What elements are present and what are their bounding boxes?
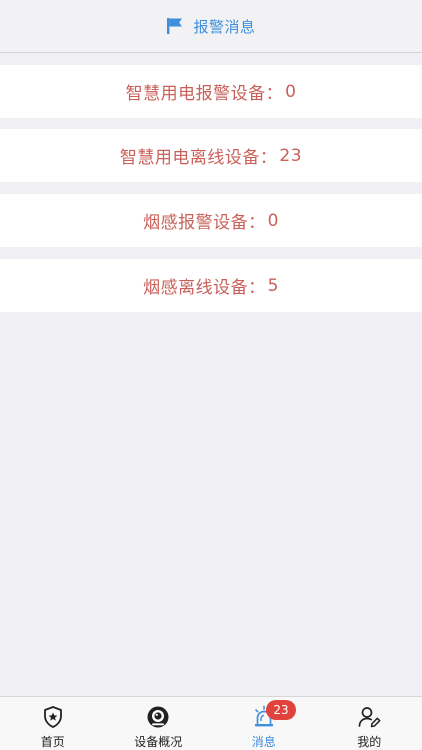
user-edit-icon: [358, 707, 381, 728]
tab-device-overview[interactable]: 设备概况: [106, 697, 212, 750]
page-title: 报警消息: [193, 17, 256, 36]
card-smoke-offline[interactable]: 烟感离线设备： 5: [0, 259, 422, 312]
card-smoke-alarm[interactable]: 烟感报警设备： 0: [0, 194, 422, 247]
tab-mine[interactable]: 我的: [317, 697, 422, 750]
tab-messages[interactable]: 消息 23: [211, 697, 317, 750]
app-header: 报警消息: [0, 0, 422, 53]
tab-messages-label: 消息: [251, 735, 276, 749]
card-label: 烟感报警设备：: [143, 213, 266, 233]
card-label: 烟感离线设备：: [143, 278, 266, 298]
card-smart-power-offline[interactable]: 智慧用电离线设备： 23: [0, 129, 422, 182]
unread-count-badge: 23: [266, 700, 296, 720]
card-smart-power-alarm[interactable]: 智慧用电报警设备： 0: [0, 65, 422, 118]
camera-lens-icon: [147, 706, 169, 728]
tab-home[interactable]: 首页: [0, 697, 106, 750]
card-value: 5: [267, 275, 279, 296]
tab-device-overview-label: 设备概况: [134, 735, 183, 749]
header-title-group: 报警消息: [166, 16, 255, 37]
card-label: 智慧用电离线设备：: [119, 148, 278, 168]
tab-mine-label: 我的: [357, 735, 382, 749]
flag-icon: [167, 18, 183, 34]
shield-star-icon: [43, 706, 62, 728]
card-value: 23: [279, 145, 303, 166]
tab-home-label: 首页: [40, 735, 65, 749]
card-label: 智慧用电报警设备：: [125, 84, 284, 104]
bottom-tab-bar: 首页 设备概况 消息 23 我的: [0, 696, 422, 750]
card-value: 0: [267, 210, 279, 231]
card-value: 0: [285, 81, 297, 102]
